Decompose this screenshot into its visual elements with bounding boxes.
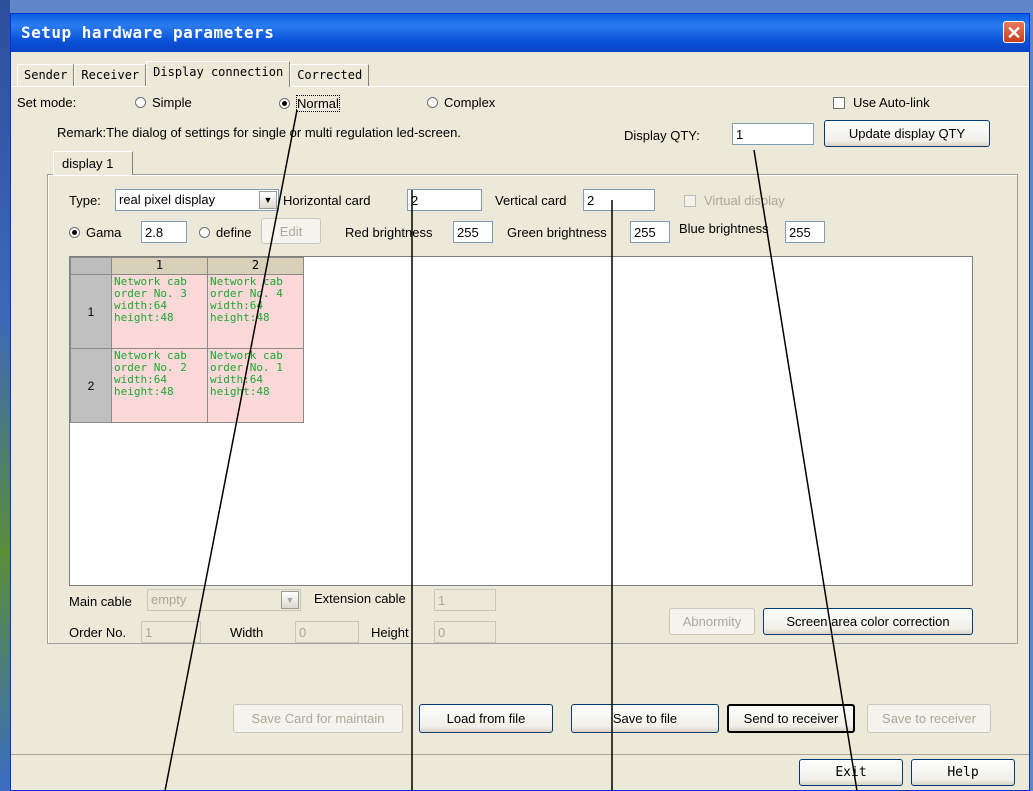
- annotation-line: [164, 109, 298, 791]
- annotation-line: [753, 149, 858, 791]
- tab-display-1[interactable]: display 1: [53, 151, 133, 175]
- tab-display-connection[interactable]: Display connection: [146, 61, 291, 87]
- annotation-lines: [164, 109, 858, 791]
